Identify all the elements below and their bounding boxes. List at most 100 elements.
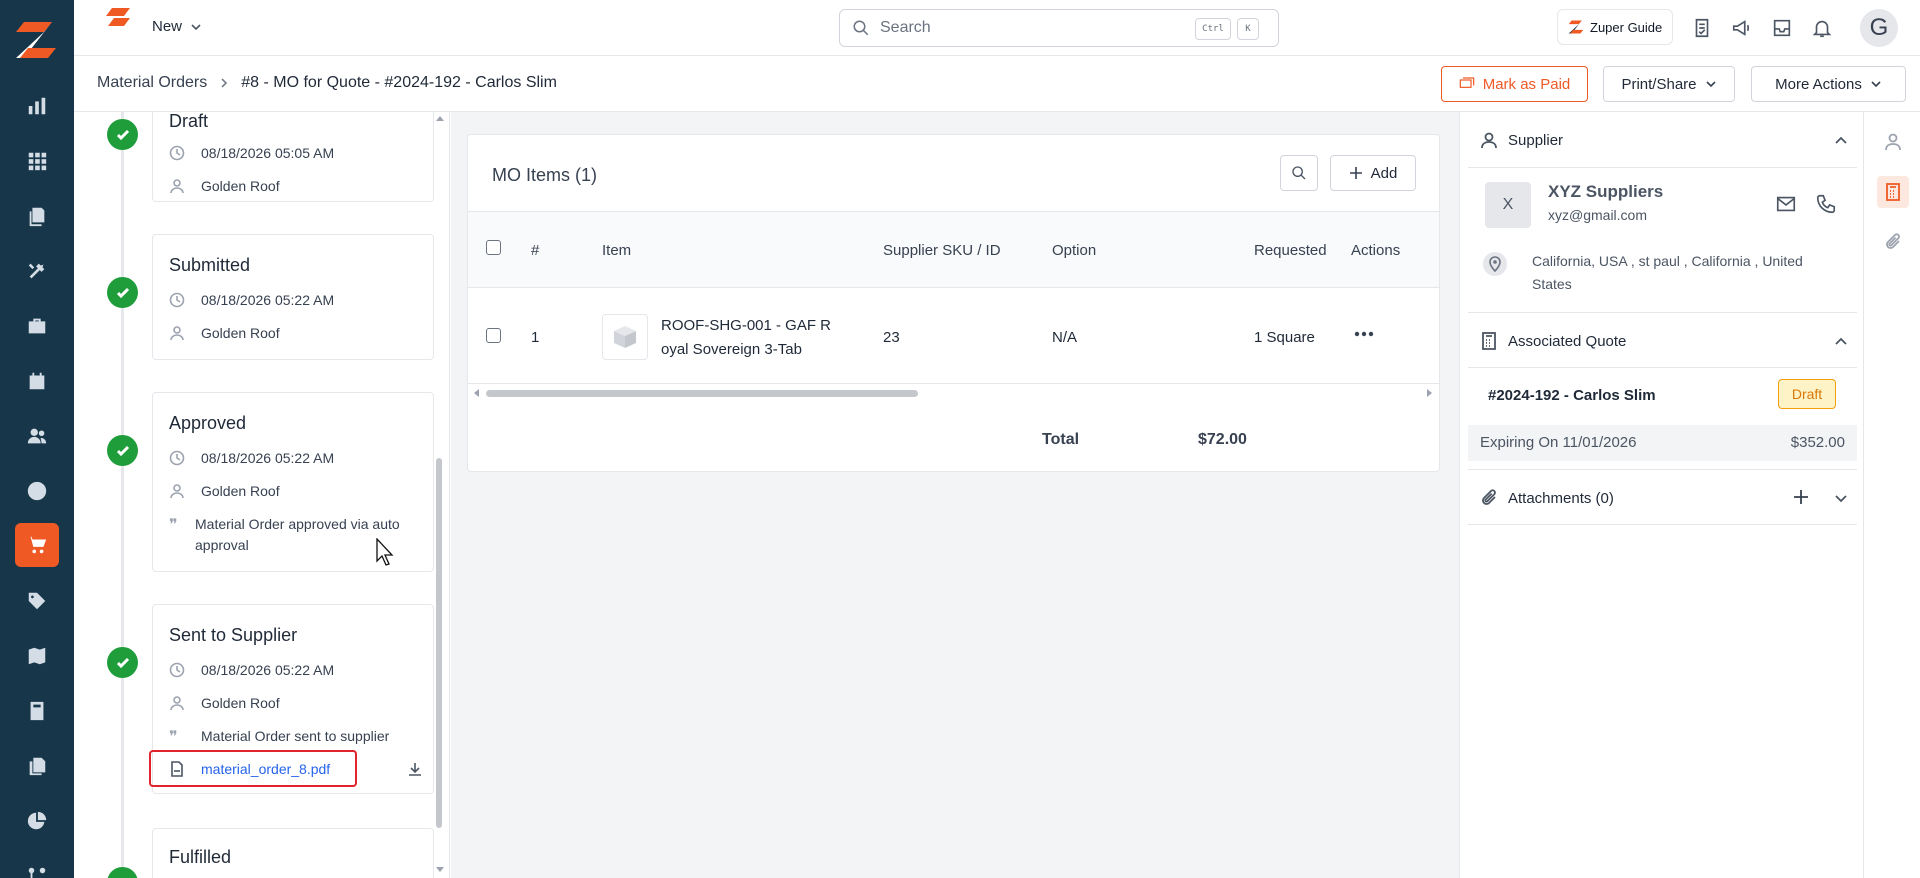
sidebar-workflow-icon[interactable] (15, 854, 59, 878)
timeline-scroll-thumb[interactable] (436, 458, 442, 828)
sidebar-users-icon[interactable] (15, 414, 59, 458)
zuper-brand-mark-icon[interactable] (106, 8, 132, 30)
scroll-up-arrow-icon[interactable] (435, 114, 445, 122)
chevron-down-icon (1871, 81, 1881, 88)
timeline-submitted-title: Submitted (169, 255, 251, 275)
timeline-approved-title: Approved (169, 413, 247, 433)
new-menu-button[interactable]: New (152, 18, 202, 35)
chevron-down-icon[interactable] (1833, 490, 1849, 506)
quote-amount: $352.00 (1790, 434, 1845, 451)
timeline-fulfilled-title: Fulfilled (169, 847, 232, 867)
plus-icon (1349, 167, 1362, 179)
product-thumbnail (602, 314, 648, 360)
download-icon[interactable] (407, 761, 423, 777)
left-sidebar (0, 0, 74, 878)
breadcrumb-bar: Material Orders #8 - MO for Quote - #202… (74, 56, 1920, 112)
supplier-section-header[interactable]: Supplier (1468, 112, 1857, 168)
sidebar-reports-icon[interactable] (15, 84, 59, 128)
sidebar-jobs-icon[interactable] (15, 304, 59, 348)
clock-icon (169, 662, 185, 678)
sidebar-files-icon[interactable] (15, 744, 59, 788)
chevron-up-icon[interactable] (1833, 333, 1849, 349)
zuper-logo-icon[interactable] (14, 18, 58, 62)
step-complete-check-icon (107, 277, 138, 308)
sidebar-analytics-pie-icon[interactable] (15, 799, 59, 843)
timeline-sent-title: Sent to Supplier (169, 625, 298, 645)
breadcrumb-material-orders-link[interactable]: Material Orders (97, 74, 207, 92)
timeline-line (121, 112, 124, 878)
user-avatar[interactable]: G (1860, 9, 1898, 47)
strip-attachment-icon[interactable] (1877, 226, 1909, 258)
notifications-bell-icon[interactable] (1808, 14, 1836, 42)
timeline-card-submitted: Submitted 08/18/2026 05:22 AM Golden Roo… (152, 234, 434, 360)
email-icon[interactable] (1775, 193, 1797, 215)
more-actions-button[interactable]: More Actions (1751, 66, 1906, 102)
step-complete-check-icon (107, 867, 138, 878)
total-label: Total (1042, 431, 1080, 448)
details-panel: Supplier X XYZ Suppliers xyz@gmail.com C… (1459, 112, 1863, 878)
scroll-left-arrow-icon[interactable] (472, 388, 480, 398)
sidebar-material-orders-cart-icon[interactable] (15, 523, 59, 567)
row-more-actions-icon[interactable] (1354, 331, 1374, 337)
plus-icon[interactable] (1793, 489, 1809, 505)
step-complete-check-icon (107, 435, 138, 466)
sidebar-tags-icon[interactable] (15, 579, 59, 623)
timeline-submitted-date: 08/18/2026 05:22 AM (169, 290, 334, 311)
print-share-button[interactable]: Print/Share (1603, 66, 1735, 102)
sidebar-dashboard-icon[interactable] (15, 139, 59, 183)
sidebar-documents-icon[interactable] (15, 194, 59, 238)
chevron-down-icon (1705, 81, 1716, 88)
search-icon (853, 20, 869, 36)
user-icon (170, 696, 184, 711)
scroll-down-arrow-icon[interactable] (435, 866, 445, 874)
strip-contact-icon[interactable] (1877, 126, 1909, 158)
tasks-checklist-icon[interactable] (1688, 14, 1716, 42)
announcements-megaphone-icon[interactable] (1728, 14, 1756, 42)
mark-as-paid-button[interactable]: Mark as Paid (1441, 66, 1588, 102)
step-complete-check-icon (107, 647, 138, 678)
quote-id-link[interactable]: #2024-192 - Carlos Slim (1488, 387, 1656, 404)
phone-icon[interactable] (1815, 193, 1837, 215)
mo-items-search-button[interactable] (1280, 155, 1318, 191)
inbox-icon[interactable] (1768, 14, 1796, 42)
chevron-right-icon (221, 78, 228, 88)
sidebar-map-icon[interactable] (15, 634, 59, 678)
associated-quote-section-header[interactable]: Associated Quote (1468, 312, 1857, 368)
zuper-guide-label: Zuper Guide (1590, 19, 1663, 35)
attachments-section-header[interactable]: Attachments (0) (1468, 469, 1857, 525)
mark-as-paid-label: Mark as Paid (1482, 75, 1571, 93)
row-item-name[interactable]: ROOF-SHG-001 - GAF R oyal Sovereign 3-Ta… (661, 314, 831, 362)
sidebar-calendar-icon[interactable] (15, 359, 59, 403)
box-package-icon (614, 326, 636, 348)
col-header-actions: Actions (1351, 242, 1401, 259)
scroll-right-arrow-icon[interactable] (1426, 388, 1434, 398)
table-horizontal-scrollbar[interactable] (472, 387, 1434, 399)
right-tool-strip (1863, 112, 1920, 878)
global-search[interactable]: Ctrl K (839, 9, 1279, 47)
more-actions-label: More Actions (1775, 75, 1862, 93)
user-icon (170, 179, 184, 194)
strip-calculator-icon[interactable] (1877, 176, 1909, 208)
supplier-section-title: Supplier (1508, 132, 1564, 149)
add-item-label: Add (1370, 164, 1398, 182)
zuper-guide-button[interactable]: Zuper Guide (1557, 9, 1674, 45)
quote-expiring-date: Expiring On 11/01/2026 (1480, 434, 1637, 451)
timeline-draft-title: Draft (169, 112, 209, 131)
attachments-title: Attachments (0) (1508, 490, 1614, 507)
search-input[interactable] (880, 19, 1180, 37)
supplier-name[interactable]: XYZ Suppliers (1548, 182, 1663, 202)
select-all-checkbox[interactable] (486, 240, 501, 255)
sidebar-timesheet-icon[interactable] (15, 469, 59, 513)
timeline-submitted-user: Golden Roof (169, 323, 280, 344)
timeline-scrollbar[interactable] (432, 112, 444, 878)
sidebar-tools-icon[interactable] (15, 249, 59, 293)
timeline-draft-user: Golden Roof (169, 176, 280, 197)
add-item-button[interactable]: Add (1330, 155, 1416, 191)
row-checkbox[interactable] (486, 328, 501, 343)
table-scroll-thumb[interactable] (486, 390, 918, 397)
quote-mark-icon: ❞ (169, 727, 178, 746)
chevron-up-icon[interactable] (1833, 132, 1849, 148)
sidebar-calculator-icon[interactable] (15, 689, 59, 733)
timeline-sent-note: ❞ Material Order sent to supplier (169, 727, 390, 746)
timeline-sent-user: Golden Roof (169, 693, 280, 714)
